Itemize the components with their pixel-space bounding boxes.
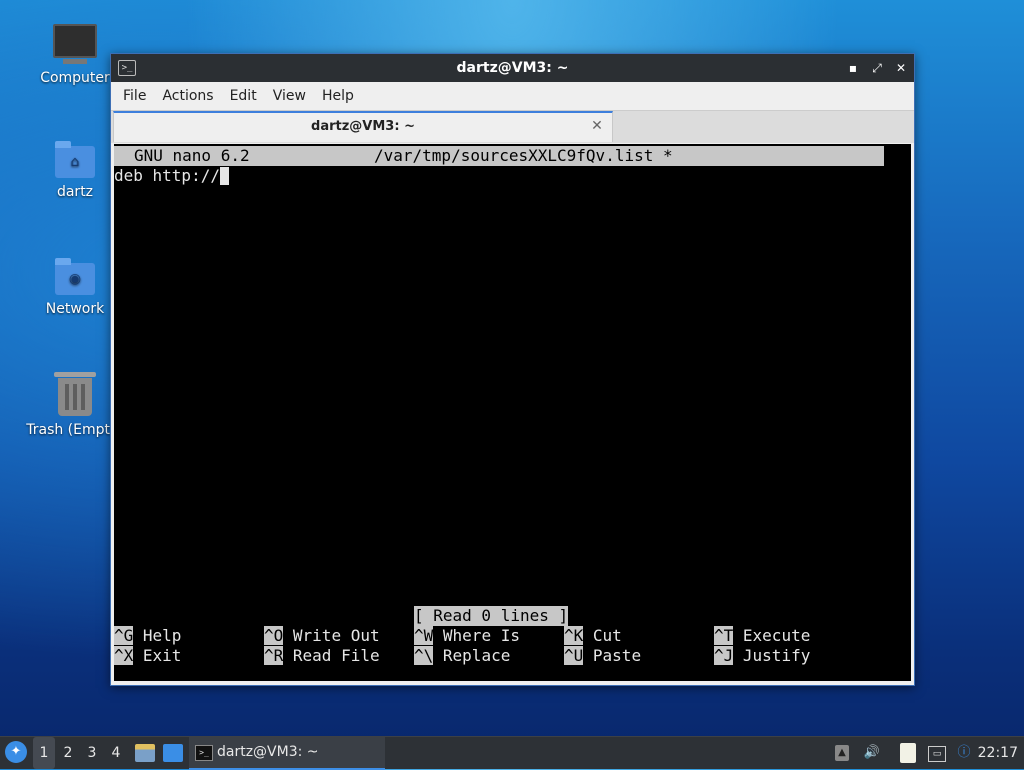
menu-help[interactable]: Help — [314, 88, 362, 104]
clock[interactable]: 22:17 — [978, 737, 1018, 769]
editor-text: deb http:// — [114, 166, 220, 185]
window-titlebar[interactable]: >_ dartz@VM3: ~ ▪ ⤢ ✕ — [111, 54, 914, 82]
taskbar-task-terminal[interactable]: >_ dartz@VM3: ~ — [189, 737, 385, 770]
shortcut-replace: ^\ Replace — [414, 646, 511, 665]
shortcut-exit: ^X Exit — [114, 646, 182, 665]
shortcut-justify: ^J Justify — [714, 646, 811, 665]
clipboard-icon[interactable] — [900, 743, 916, 763]
update-icon[interactable]: ▲ — [835, 745, 849, 761]
task-label: dartz@VM3: ~ — [217, 744, 319, 760]
start-menu-icon[interactable]: ✦ — [5, 741, 27, 763]
tab-bar: dartz@VM3: ~ ✕ — [111, 110, 914, 143]
shortcut-cut: ^K Cut — [564, 626, 622, 645]
shortcut-execute: ^T Execute — [714, 626, 811, 645]
shortcut-help: ^G Help — [114, 626, 182, 645]
menu-view[interactable]: View — [265, 88, 314, 104]
maximize-icon[interactable]: ⤢ — [870, 61, 884, 75]
workspace-2[interactable]: 2 — [57, 737, 79, 769]
tab-close-icon[interactable]: ✕ — [590, 119, 604, 133]
menu-bar: File Actions Edit View Help — [111, 82, 914, 110]
taskbar: ✦ 1 2 3 4 >_ dartz@VM3: ~ ▲ 🔊 ▭ ⓘ 22:17 — [0, 736, 1024, 770]
volume-icon[interactable]: 🔊 — [862, 743, 882, 763]
nano-filename: /var/tmp/sourcesXXLC9fQv.list * — [374, 146, 673, 165]
terminal-window[interactable]: >_ dartz@VM3: ~ ▪ ⤢ ✕ File Actions Edit … — [110, 53, 915, 686]
tab-terminal[interactable]: dartz@VM3: ~ ✕ — [113, 111, 613, 142]
workspace-1[interactable]: 1 — [33, 737, 55, 769]
minimize-icon[interactable]: ▪ — [846, 61, 860, 75]
shortcut-read-file: ^R Read File — [264, 646, 380, 665]
terminal-screen[interactable]: GNU nano 6.2 /var/tmp/sourcesXXLC9fQv.li… — [114, 144, 911, 681]
workspace-4[interactable]: 4 — [105, 737, 127, 769]
shortcut-paste: ^U Paste — [564, 646, 642, 665]
text-cursor — [219, 167, 229, 185]
shortcut-where-is: ^W Where Is — [414, 626, 520, 645]
home-folder-icon: ⌂ — [55, 141, 95, 178]
editor-line-1[interactable]: deb http:// — [114, 166, 229, 186]
terminal-task-icon: >_ — [195, 745, 213, 761]
trash-icon — [54, 372, 96, 416]
show-desktop-icon[interactable] — [163, 744, 183, 762]
window-title: dartz@VM3: ~ — [456, 60, 569, 76]
notification-icon[interactable]: ⓘ — [954, 743, 974, 763]
nano-header-bar: GNU nano 6.2 /var/tmp/sourcesXXLC9fQv.li… — [114, 146, 884, 166]
menu-edit[interactable]: Edit — [222, 88, 265, 104]
file-manager-icon[interactable] — [135, 744, 155, 762]
menu-file[interactable]: File — [115, 88, 154, 104]
network-icon[interactable]: ▭ — [928, 746, 946, 762]
network-folder-icon: ◉ — [55, 258, 95, 295]
computer-icon — [53, 24, 97, 64]
nano-version: GNU nano 6.2 — [134, 146, 250, 165]
workspace-3[interactable]: 3 — [81, 737, 103, 769]
nano-status-message: [ Read 0 lines ] — [414, 606, 569, 626]
menu-actions[interactable]: Actions — [154, 88, 221, 104]
close-icon[interactable]: ✕ — [894, 61, 908, 75]
shortcut-write-out: ^O Write Out — [264, 626, 380, 645]
tab-title: dartz@VM3: ~ — [311, 119, 415, 134]
